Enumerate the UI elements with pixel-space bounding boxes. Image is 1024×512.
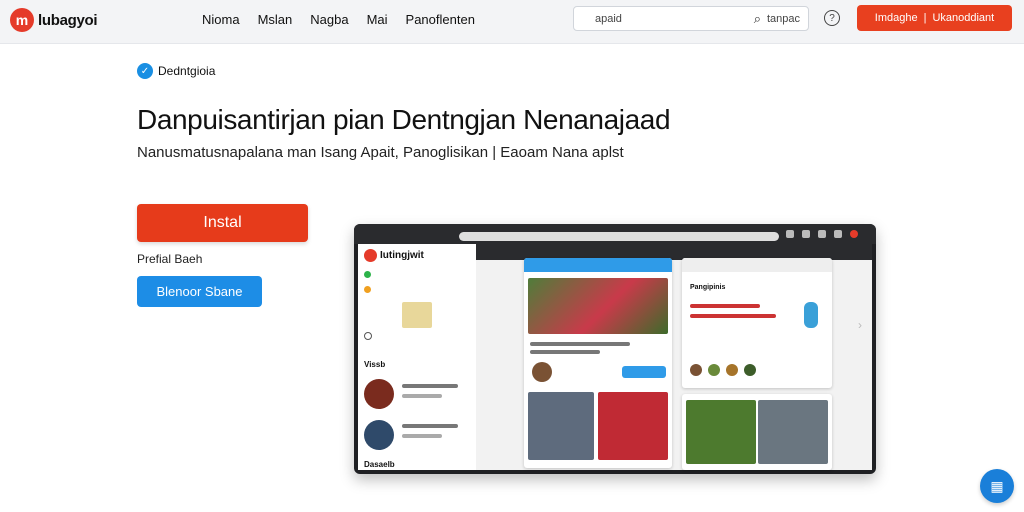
mockup-titlebar [354,224,876,244]
mockup-text-line [402,434,442,438]
mockup-text-line [402,384,458,388]
settings-icon [364,332,372,340]
mockup-avatar [690,364,702,376]
mockup-text-line [402,394,442,398]
cta-left-label: Imdaghe [874,12,918,24]
search-icon[interactable]: ⌕ [754,11,761,27]
mockup-menu-row [358,267,476,282]
search-right-label: tanpac [766,12,800,25]
cta-separator: | [923,12,927,24]
brand-name: lubagyoi [38,11,98,29]
search-input[interactable]: apaid ⌕ tanpac [573,6,809,31]
app-preview-mockup: Iutingjwit Vissb Dasaelb Pangipinis [354,224,876,474]
mockup-menu-row [358,282,476,297]
help-icon[interactable]: ? [824,10,840,26]
brand-logo[interactable]: m lubagyoi [10,8,98,32]
hero-badge: ✓ Dedntgioia [137,63,215,79]
mockup-photo [758,400,828,464]
mockup-app-header: Iutingjwit [358,244,476,267]
header-cta-button[interactable]: Imdaghe | Ukanoddiant [857,5,1012,31]
mockup-profile-card: Pangipinis [682,258,832,388]
check-badge-icon: ✓ [137,63,153,79]
status-dot-icon [364,286,371,293]
mockup-text-line [530,342,630,346]
mockup-text-line [690,304,760,308]
page-title: Danpuisantirjan pian Dentngjan Nenanajaa… [137,104,671,135]
secondary-link[interactable]: Prefial Baeh [137,252,202,266]
search-right-group: ⌕ tanpac [754,11,808,27]
mockup-avatar [364,379,394,409]
mockup-control-icon [786,230,794,238]
nav-item[interactable]: Mslan [258,12,293,27]
mockup-feed-card [524,258,672,468]
nav-item[interactable]: Mai [367,12,388,27]
mockup-avatar [532,362,552,382]
mockup-avatar [364,420,394,450]
mockup-photo [528,392,594,460]
mockup-control-icon [802,230,810,238]
mockup-main-panel: Pangipinis [476,244,872,470]
top-navbar: m lubagyoi Nioma Mslan Nagba Mai Panofle… [0,0,1024,44]
mockup-control-icon [818,230,826,238]
cta-right-label: Ukanoddiant [932,12,995,24]
mockup-avatar [708,364,720,376]
nav-item[interactable]: Nagba [310,12,348,27]
mockup-section-label: Dasaelb [364,460,395,469]
mockup-text-line [402,424,458,428]
nav-item[interactable]: Panoflenten [406,12,475,27]
mockup-logo-icon [364,249,377,262]
mockup-record-icon [850,230,858,238]
mockup-sidebar: Iutingjwit Vissb Dasaelb [358,244,476,470]
install-button[interactable]: Instal [137,204,308,242]
status-dot-icon [364,271,371,278]
nav-item[interactable]: Nioma [202,12,240,27]
badge-label: Dedntgioia [158,64,216,78]
primary-nav: Nioma Mslan Nagba Mai Panoflenten [202,12,475,27]
mockup-thumbnail [402,302,432,328]
chevron-right-icon[interactable]: › [858,318,862,332]
mockup-text-line [530,350,600,354]
mockup-window-controls [786,230,858,238]
mockup-avatar [726,364,738,376]
mockup-app-title: Iutingjwit [380,250,424,261]
mockup-car-image [528,278,668,334]
blue-action-button[interactable]: Blenoor Sbane [137,276,262,307]
mockup-text-line [690,314,776,318]
mockup-avatar [744,364,756,376]
mockup-section-label: Vissb [364,360,386,369]
mockup-control-icon [834,230,842,238]
hero-subtitle: Nanusmatusnapalana man Isang Apait, Pano… [137,144,624,161]
brand-mark-icon: m [10,8,34,32]
mockup-follow-button [622,366,666,378]
mockup-food-image [686,400,756,464]
mockup-card-header [524,258,672,272]
mockup-photo [598,392,668,460]
grid-menu-icon[interactable]: ▦ [980,469,1014,503]
search-placeholder: apaid [595,12,622,25]
mockup-card-header [682,258,832,272]
mockup-media-card [682,394,832,470]
mockup-mascot-icon [804,302,818,328]
mockup-url-bar [459,232,779,241]
mockup-card-title: Pangipinis [690,284,726,291]
